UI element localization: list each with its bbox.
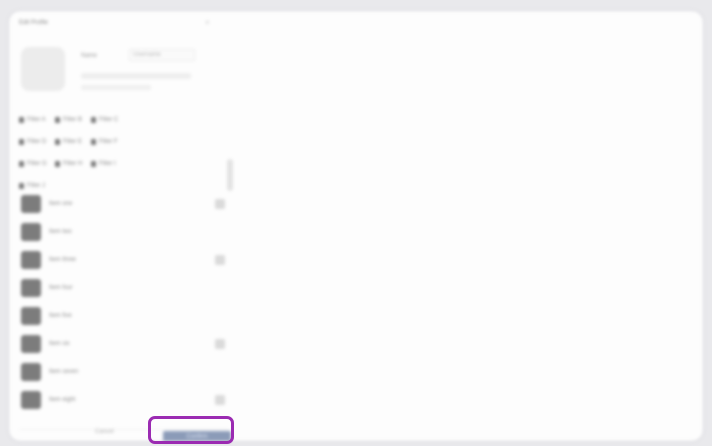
item-action-icon[interactable] [215,255,225,265]
list-item-label: Item six [49,341,70,347]
item-image-icon [21,279,41,297]
item-image-icon [21,195,41,213]
checkbox-icon [19,117,24,123]
item-list: Item one Item two Item three Item four I… [19,191,229,431]
filter-chip-label: Filter F [99,139,118,145]
list-item[interactable]: Item eight [19,387,229,415]
filter-group: Filter A Filter B Filter C Filter D Filt… [19,109,239,197]
list-item-label: Item seven [49,369,79,375]
checkbox-icon [19,161,24,167]
item-image-icon [21,363,41,381]
filter-chip-label: Filter E [63,139,83,145]
cancel-button[interactable]: Cancel [95,429,114,435]
list-item[interactable]: Item one [19,191,229,219]
filter-row: Filter D Filter E Filter F [19,131,239,153]
filter-chip-label: Filter C [99,117,119,123]
checkbox-icon [91,117,96,123]
filter-chip-label: Filter I [99,161,116,167]
list-item-label: Item four [49,285,73,291]
checkbox-icon [91,161,96,167]
item-action-icon[interactable] [215,395,225,405]
profile-subtext-line-2 [81,85,151,90]
list-item[interactable]: Item five [19,303,229,331]
name-input[interactable]: Username [129,49,195,61]
list-item[interactable]: Item four [19,275,229,303]
filter-chip[interactable]: Filter H [55,161,83,167]
filter-row: Filter G Filter H Filter I [19,153,239,175]
list-item[interactable]: Item seven [19,359,229,387]
list-item[interactable]: Item three [19,247,229,275]
checkbox-icon [91,139,96,145]
item-image-icon [21,391,41,409]
name-label: Name [81,53,98,59]
item-image-icon [21,307,41,325]
filter-chip-label: Filter D [27,139,47,145]
checkbox-icon [55,161,60,167]
checkbox-icon [19,139,24,145]
item-action-icon[interactable] [215,199,225,209]
list-item[interactable]: Item two [19,219,229,247]
filter-chip[interactable]: Filter B [55,117,83,123]
filter-chip-label: Filter A [27,117,46,123]
list-item-label: Item eight [49,397,76,403]
filter-chip-label: Filter B [63,117,83,123]
filter-row: Filter A Filter B Filter C [19,109,239,131]
avatar[interactable] [21,47,65,91]
dialog-title: Edit Profile [19,20,49,26]
checkbox-icon [19,183,24,189]
filter-chip-label: Filter H [63,161,83,167]
list-item-label: Item five [49,313,72,319]
item-image-icon [21,251,41,269]
list-item-label: Item three [49,257,77,263]
focus-highlight [148,416,234,444]
item-image-icon [21,223,41,241]
list-item-label: Item one [49,201,73,207]
checkbox-icon [55,117,60,123]
item-image-icon [21,335,41,353]
checkbox-icon [55,139,60,145]
filter-chip[interactable]: Filter E [55,139,83,145]
filter-chip[interactable]: Filter I [91,161,119,167]
filter-chip[interactable]: Filter G [19,161,47,167]
list-item[interactable]: Item six [19,331,229,359]
filter-chip[interactable]: Filter J [19,183,47,189]
dialog-window: Edit Profile × Name Username Filter A Fi… [8,10,704,442]
close-icon[interactable]: × [205,18,210,27]
filter-chip[interactable]: Filter F [91,139,119,145]
profile-subtext-line [81,73,191,79]
filter-chip[interactable]: Filter C [91,117,119,123]
item-action-icon[interactable] [215,339,225,349]
list-item-label: Item two [49,229,72,235]
filter-chip[interactable]: Filter D [19,139,47,145]
filter-chip[interactable]: Filter A [19,117,47,123]
list-scrollbar[interactable] [227,159,233,191]
filter-chip-label: Filter J [27,183,45,189]
filter-chip-label: Filter G [27,161,47,167]
profile-header: Name Username [21,45,241,101]
